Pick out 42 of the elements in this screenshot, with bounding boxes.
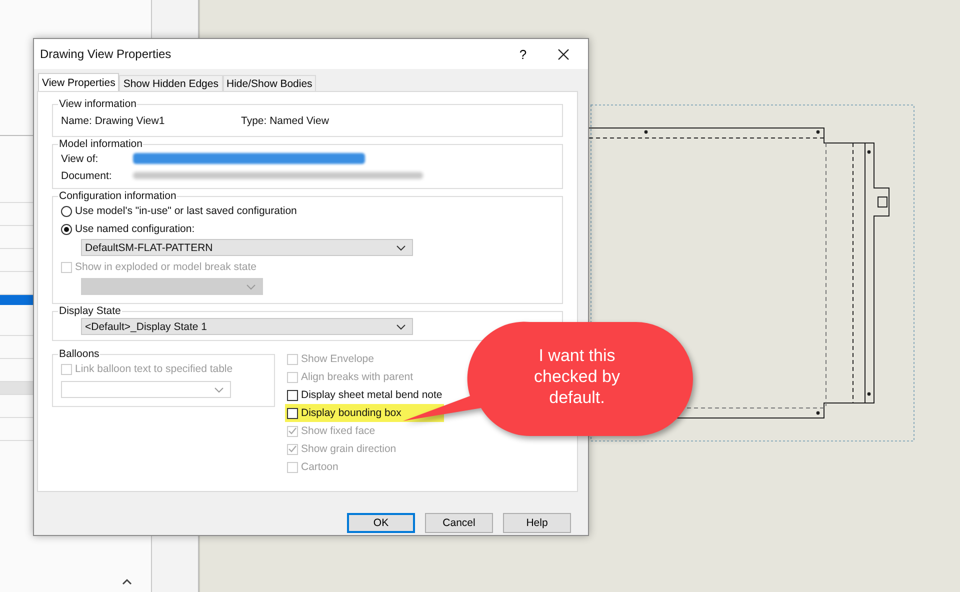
dialog-button[interactable]: Cancel xyxy=(425,513,493,533)
caret-icon xyxy=(214,386,224,392)
display-state-dropdown[interactable]: <Default>_Display State 1 xyxy=(81,318,413,335)
group-title: Balloons xyxy=(58,348,100,360)
tab[interactable]: Hide/Show Bodies xyxy=(222,75,316,91)
group-title: Display State xyxy=(58,305,122,317)
checkbox-label: Display sheet metal bend note xyxy=(301,389,442,401)
checkbox-label: Show fixed face xyxy=(301,425,376,437)
dialog-button[interactable]: OK xyxy=(347,513,415,533)
checkbox-label: Cartoon xyxy=(301,461,338,473)
group-title: View information xyxy=(58,98,138,110)
callout-text: I want this checked by default. xyxy=(533,345,621,408)
checkbox-label: Align breaks with parent xyxy=(301,371,414,383)
field-label: Document: xyxy=(61,170,113,182)
checkbox[interactable] xyxy=(287,408,298,418)
checkbox[interactable] xyxy=(287,390,298,400)
tab[interactable]: Show Hidden Edges xyxy=(119,75,222,91)
caret-icon[interactable] xyxy=(122,578,132,585)
view-type-label: Type: Named View xyxy=(241,115,329,127)
checkbox-label: Link balloon text to specified table xyxy=(75,363,233,375)
group-title: Configuration information xyxy=(58,190,178,202)
radio-button[interactable] xyxy=(61,206,72,216)
caret-icon xyxy=(396,244,406,250)
radio-label: Use model's "in-use" or last saved configuration xyxy=(75,205,297,217)
view-name-label: Name: Drawing View1 xyxy=(61,115,166,127)
group-title: Model information xyxy=(58,138,144,150)
dropdown[interactable] xyxy=(61,381,231,398)
field-label: View of: xyxy=(61,152,100,164)
help-button[interactable]: ? xyxy=(503,40,543,68)
caret-icon xyxy=(246,284,256,290)
caret-icon xyxy=(396,324,406,330)
dialog-button[interactable]: Help xyxy=(503,513,571,533)
close-icon xyxy=(558,48,568,60)
radio-button[interactable] xyxy=(61,224,72,234)
checkbox-label: Show in exploded or model break state xyxy=(75,261,257,273)
radio-label: Use named configuration: xyxy=(75,223,195,235)
window-title: Drawing View Properties xyxy=(40,47,172,61)
tab[interactable]: View Properties xyxy=(38,73,120,91)
checkbox-label: Show grain direction xyxy=(301,443,396,455)
configuration-dropdown[interactable]: DefaultSM-FLAT-PATTERN xyxy=(81,239,413,256)
checkbox-label: Show Envelope xyxy=(301,353,374,365)
checkbox-label: Display bounding box xyxy=(301,407,402,419)
